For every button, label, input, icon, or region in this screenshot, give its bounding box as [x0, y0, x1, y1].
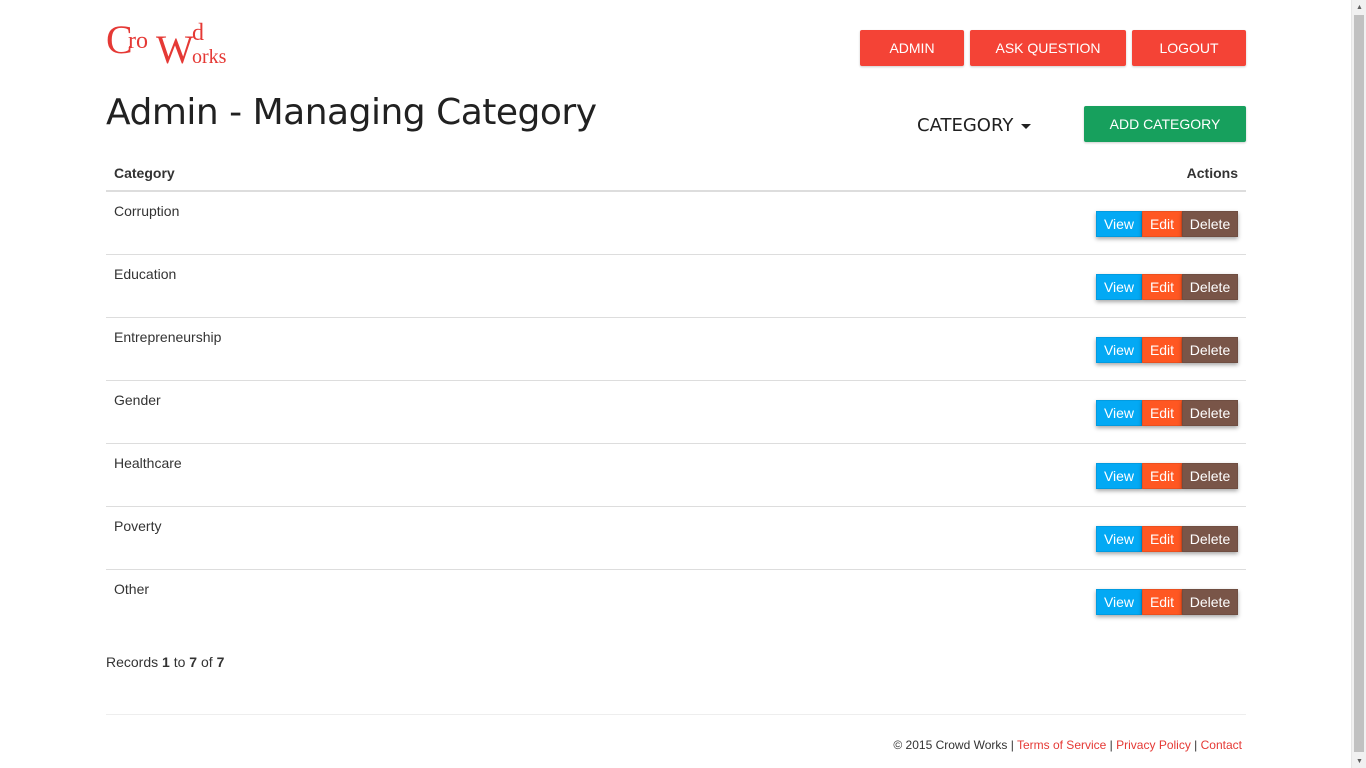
category-name: Healthcare	[114, 455, 182, 471]
footer-separator: |	[1194, 738, 1198, 752]
column-header-actions: Actions	[1186, 164, 1238, 181]
row-actions: View Edit Delete	[1096, 274, 1238, 300]
table-row: Corruption View Edit Delete	[106, 192, 1246, 255]
table-row: Education View Edit Delete	[106, 255, 1246, 318]
terms-link[interactable]: Terms of Service	[1017, 738, 1106, 752]
footer-separator: |	[1010, 738, 1014, 752]
contact-link[interactable]: Contact	[1201, 738, 1242, 752]
scroll-down-icon[interactable]: ▼	[1352, 754, 1366, 768]
edit-button[interactable]: Edit	[1142, 274, 1182, 300]
footer-separator: |	[1109, 738, 1113, 752]
table-row: Other View Edit Delete	[106, 570, 1246, 633]
category-name: Corruption	[114, 203, 180, 219]
table-row: Entrepreneurship View Edit Delete	[106, 318, 1246, 381]
footer-copyright: © 2015 Crowd Works	[893, 738, 1008, 752]
footer-divider	[106, 714, 1246, 715]
category-dropdown-label: CATEGORY	[917, 115, 1014, 136]
page-title: Admin - Managing Category	[106, 92, 597, 133]
logo-letter: d	[192, 20, 204, 46]
row-actions: View Edit Delete	[1096, 337, 1238, 363]
column-header-category: Category	[114, 164, 175, 181]
edit-button[interactable]: Edit	[1142, 337, 1182, 363]
logout-button[interactable]: LOGOUT	[1132, 30, 1246, 66]
records-from: 1	[162, 654, 170, 670]
ask-question-button[interactable]: ASK QUESTION	[970, 30, 1126, 66]
delete-button[interactable]: Delete	[1182, 526, 1238, 552]
top-nav: ADMIN ASK QUESTION LOGOUT	[860, 30, 1246, 66]
edit-button[interactable]: Edit	[1142, 463, 1182, 489]
row-actions: View Edit Delete	[1096, 589, 1238, 615]
row-actions: View Edit Delete	[1096, 463, 1238, 489]
row-actions: View Edit Delete	[1096, 526, 1238, 552]
category-dropdown[interactable]: CATEGORY	[917, 115, 1032, 136]
vertical-scrollbar[interactable]: ▲ ▼	[1351, 0, 1366, 768]
delete-button[interactable]: Delete	[1182, 400, 1238, 426]
delete-button[interactable]: Delete	[1182, 337, 1238, 363]
delete-button[interactable]: Delete	[1182, 463, 1238, 489]
category-name: Poverty	[114, 518, 162, 534]
logo-letter: orks	[192, 46, 227, 68]
table-row: Healthcare View Edit Delete	[106, 444, 1246, 507]
footer: © 2015 Crowd Works | Terms of Service | …	[893, 738, 1242, 752]
row-actions: View Edit Delete	[1096, 400, 1238, 426]
admin-button[interactable]: ADMIN	[860, 30, 964, 66]
delete-button[interactable]: Delete	[1182, 274, 1238, 300]
category-name: Education	[114, 266, 177, 282]
crowd-works-logo[interactable]: C ro W d orks	[106, 16, 236, 72]
view-button[interactable]: View	[1096, 274, 1142, 300]
records-of-word: of	[200, 654, 213, 670]
add-category-button[interactable]: ADD CATEGORY	[1084, 106, 1246, 142]
view-button[interactable]: View	[1096, 589, 1142, 615]
category-table: Category Actions Corruption View Edit Delet…	[106, 155, 1246, 633]
category-name: Entrepreneurship	[114, 329, 222, 345]
edit-button[interactable]: Edit	[1142, 589, 1182, 615]
edit-button[interactable]: Edit	[1142, 211, 1182, 237]
records-to-word: to	[173, 654, 186, 670]
page-container: C ro W d orks ADMIN ASK QUESTION LOGOUT …	[106, 0, 1246, 768]
table-header: Category Actions	[106, 155, 1246, 192]
edit-button[interactable]: Edit	[1142, 526, 1182, 552]
view-button[interactable]: View	[1096, 211, 1142, 237]
category-name: Gender	[114, 392, 161, 408]
table-body: Corruption View Edit Delete Education View Edi…	[106, 192, 1246, 633]
view-button[interactable]: View	[1096, 463, 1142, 489]
records-to: 7	[189, 654, 198, 670]
edit-button[interactable]: Edit	[1142, 400, 1182, 426]
scrollbar-thumb[interactable]	[1354, 15, 1364, 752]
privacy-link[interactable]: Privacy Policy	[1116, 738, 1191, 752]
delete-button[interactable]: Delete	[1182, 211, 1238, 237]
records-summary: Records 1 to 7 of 7	[106, 654, 224, 670]
logo-letter: W	[156, 27, 194, 72]
delete-button[interactable]: Delete	[1182, 589, 1238, 615]
records-prefix: Records	[106, 654, 159, 670]
caret-down-icon	[1021, 124, 1032, 129]
table-row: Poverty View Edit Delete	[106, 507, 1246, 570]
logo-letter: ro	[128, 28, 148, 54]
view-button[interactable]: View	[1096, 400, 1142, 426]
table-row: Gender View Edit Delete	[106, 381, 1246, 444]
view-button[interactable]: View	[1096, 526, 1142, 552]
view-button[interactable]: View	[1096, 337, 1142, 363]
records-total: 7	[216, 654, 225, 670]
category-name: Other	[114, 581, 150, 597]
scroll-up-icon[interactable]: ▲	[1352, 0, 1366, 14]
row-actions: View Edit Delete	[1096, 211, 1238, 237]
